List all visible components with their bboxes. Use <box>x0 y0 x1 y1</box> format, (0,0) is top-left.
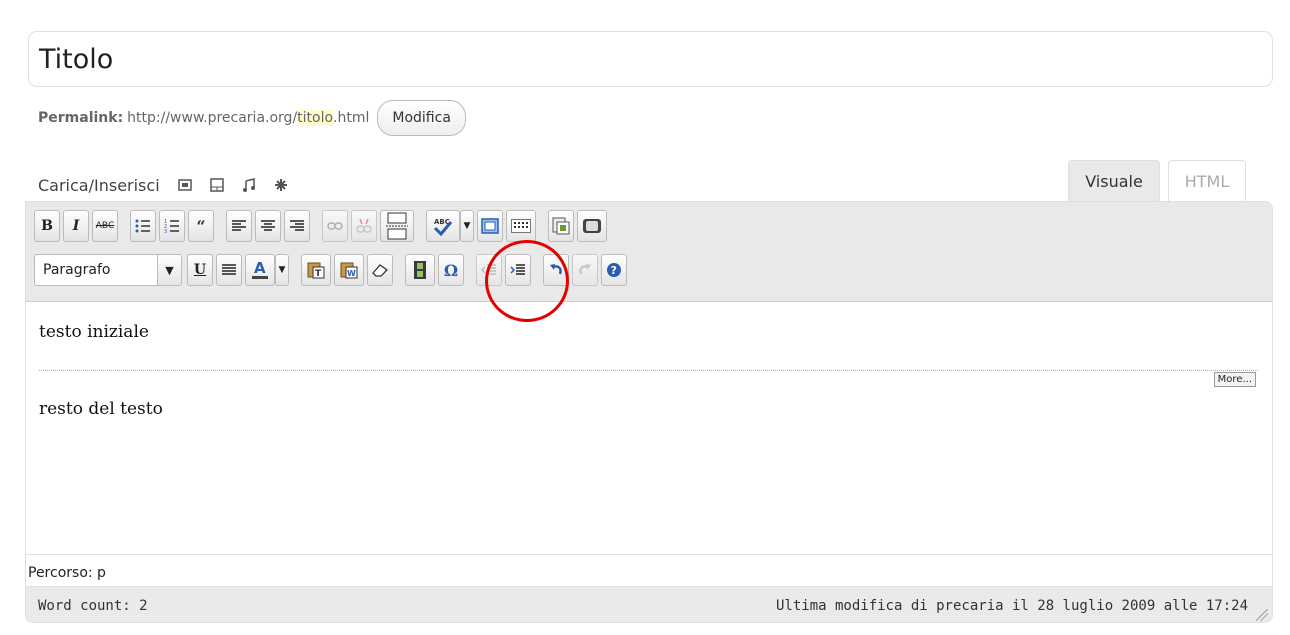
svg-text:3: 3 <box>164 229 167 234</box>
spellcheck-icon: ABC <box>433 218 453 236</box>
spellcheck-button[interactable]: ABC <box>426 210 460 242</box>
tab-html[interactable]: HTML <box>1168 160 1246 201</box>
bullet-list-icon <box>135 219 150 233</box>
toolbar-row-1: B I ABC 123 “ ABC ▼ <box>34 210 610 242</box>
more-tag[interactable]: More... <box>1213 372 1256 387</box>
chevron-down-icon[interactable]: ▼ <box>157 255 181 285</box>
link-icon <box>327 222 343 230</box>
kitchen-sink-button[interactable] <box>506 210 536 242</box>
post-title-input[interactable]: Titolo <box>28 31 1273 87</box>
svg-text:?: ? <box>611 264 617 277</box>
media-icon[interactable] <box>274 178 288 192</box>
text-color-icon: A <box>252 260 268 279</box>
unlink-icon <box>356 218 372 233</box>
word-count: Word count: 2 <box>38 597 148 614</box>
redo-button[interactable] <box>572 254 598 286</box>
numbered-list-icon: 123 <box>164 219 179 234</box>
editor-toolbar: B I ABC 123 “ ABC ▼ Paragrafo ▼ U A ▼ T … <box>26 202 1272 302</box>
help-icon: ? <box>607 263 621 277</box>
svg-text:A: A <box>254 260 266 277</box>
fullscreen-button[interactable] <box>477 210 503 242</box>
redo-icon <box>579 264 591 275</box>
align-left-button[interactable] <box>226 210 252 242</box>
permalink-row: Permalink: http://www.precaria.org/titol… <box>38 98 466 138</box>
editor-footer: Word count: 2 Ultima modifica di precari… <box>26 586 1272 622</box>
paragraph[interactable]: testo iniziale <box>39 322 149 342</box>
align-left-icon <box>232 220 246 231</box>
media-buttons: Carica/Inserisci <box>38 170 288 200</box>
bullet-list-button[interactable] <box>130 210 156 242</box>
unlink-button[interactable] <box>351 210 377 242</box>
highlight-circle <box>485 240 569 322</box>
audio-icon[interactable] <box>242 178 256 192</box>
italic-button[interactable]: I <box>63 210 89 242</box>
format-select[interactable]: Paragrafo ▼ <box>34 254 182 286</box>
insert-video-icon <box>583 219 601 233</box>
format-select-value: Paragrafo <box>43 262 111 278</box>
paste-word-icon: W <box>340 262 358 279</box>
paragraph[interactable]: resto del testo <box>39 399 163 419</box>
strikethrough-button[interactable]: ABC <box>92 210 118 242</box>
spellcheck-language-dropdown[interactable]: ▼ <box>460 210 474 242</box>
help-button[interactable]: ? <box>601 254 627 286</box>
edit-permalink-button[interactable]: Modifica <box>377 100 466 136</box>
element-path: Percorso: p <box>26 554 1272 586</box>
media-upload-label: Carica/Inserisci <box>38 175 160 195</box>
permalink-slug[interactable]: titolo <box>297 110 334 126</box>
numbered-list-button[interactable]: 123 <box>159 210 185 242</box>
insert-more-icon <box>386 212 408 240</box>
insert-media-button[interactable] <box>405 254 435 286</box>
insert-video-button[interactable] <box>577 210 607 242</box>
justify-button[interactable] <box>216 254 242 286</box>
text-color-button[interactable]: A <box>245 254 275 286</box>
image-icon[interactable] <box>177 178 192 192</box>
permalink-base-url: http://www.precaria.org/ <box>127 110 298 126</box>
paste-word-button[interactable]: W <box>334 254 364 286</box>
paste-text-button[interactable]: T <box>301 254 331 286</box>
underline-button[interactable]: U <box>187 254 213 286</box>
tab-visual[interactable]: Visuale <box>1068 160 1160 201</box>
insert-more-button[interactable] <box>380 210 414 242</box>
paste-text-icon: T <box>307 262 325 279</box>
align-right-button[interactable] <box>284 210 310 242</box>
svg-text:T: T <box>315 269 322 279</box>
remove-format-button[interactable] <box>367 254 393 286</box>
last-modified: Ultima modifica di precaria il 28 luglio… <box>775 597 1248 614</box>
bold-button[interactable]: B <box>34 210 60 242</box>
align-right-icon <box>290 220 304 231</box>
insert-image-icon <box>552 217 570 235</box>
justify-icon <box>222 264 236 275</box>
post-editor: B I ABC 123 “ ABC ▼ Paragrafo ▼ U A ▼ T … <box>25 201 1273 623</box>
video-icon[interactable] <box>209 178 224 192</box>
editor-content[interactable]: testo iniziale More... resto del testo <box>26 302 1272 552</box>
blockquote-button[interactable]: “ <box>188 210 214 242</box>
permalink-label: Permalink: <box>38 110 124 126</box>
kitchen-sink-icon <box>511 219 531 233</box>
permalink-suffix: .html <box>333 110 370 126</box>
fullscreen-icon <box>481 218 499 234</box>
align-center-icon <box>261 220 275 231</box>
special-character-button[interactable]: Ω <box>438 254 464 286</box>
text-color-dropdown[interactable]: ▼ <box>275 254 289 286</box>
more-divider <box>39 370 1258 371</box>
film-strip-icon <box>414 261 426 279</box>
svg-text:W: W <box>347 269 356 278</box>
align-center-button[interactable] <box>255 210 281 242</box>
eraser-icon <box>372 264 389 277</box>
insert-image-button[interactable] <box>548 210 574 242</box>
resize-handle[interactable] <box>1256 609 1268 621</box>
link-button[interactable] <box>322 210 348 242</box>
